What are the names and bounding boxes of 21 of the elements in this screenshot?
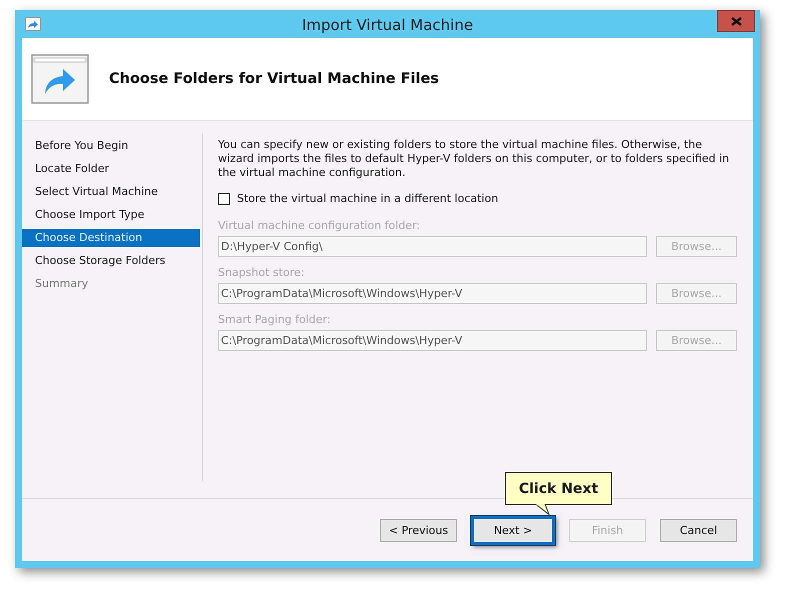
field-label: Virtual machine configuration folder: [218,219,422,232]
wizard-step[interactable]: Choose Storage Folders [22,252,200,270]
wizard-button[interactable]: < Previous [380,518,457,542]
wizard-step[interactable]: Before You Begin [22,137,200,155]
checkbox-label[interactable]: Store the virtual machine in a different location [237,192,498,205]
app-icon [25,17,41,31]
window-title: Import Virtual Machine [302,16,474,34]
field-label: Smart Paging folder: [218,313,332,326]
field-label: Snapshot store: [218,266,306,279]
callout-tooltip: Click Next [505,472,612,515]
wizard-button[interactable]: Cancel [660,518,737,542]
store-checkbox[interactable] [218,192,230,204]
wizard-step[interactable]: Choose Import Type [22,206,200,224]
page-heading: Choose Folders for Virtual Machine Files [109,71,439,87]
close-icon [730,16,742,26]
wizard-button[interactable]: Next > [471,516,555,544]
wizard-step[interactable]: Select Virtual Machine [22,183,200,201]
wizard-step[interactable]: Locate Folder [22,160,200,178]
wizard-step[interactable]: Choose Destination [22,229,200,247]
description-text: You can specify new or existing folders to store the virtual machine files. Otherwise, the wizard imports the files to default Hyper-V folders on this computer, or to folders specified in the virtual machine configuration. [218,138,730,180]
close-button[interactable] [717,10,755,32]
